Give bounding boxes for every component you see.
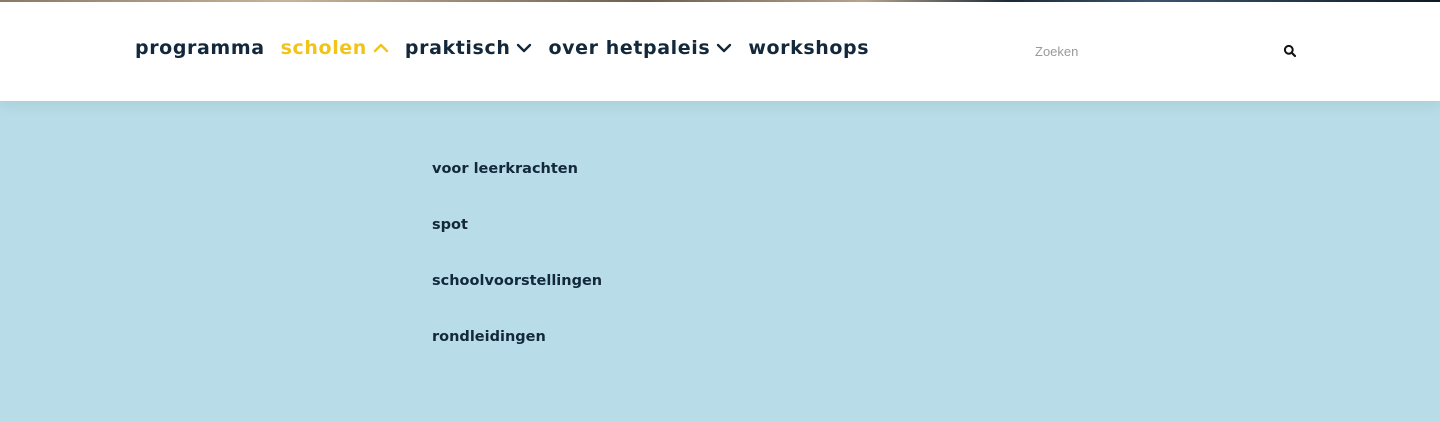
nav-item-over-hetpaleis[interactable]: over hetpaleis (548, 37, 732, 59)
search-button[interactable] (1283, 44, 1297, 58)
nav-item-scholen[interactable]: scholen (281, 37, 389, 59)
nav-item-label: workshops (748, 37, 870, 59)
chevron-up-icon (373, 42, 389, 54)
main-nav: programma scholen praktisch over hetpale… (135, 36, 885, 60)
nav-item-programma[interactable]: programma (135, 37, 265, 59)
submenu-item-voor-leerkrachten[interactable]: voor leerkrachten (432, 159, 602, 215)
chevron-down-icon (516, 42, 532, 54)
submenu-item-rondleidingen[interactable]: rondleidingen (432, 327, 602, 383)
scholen-submenu: voor leerkrachten spot schoolvoorstellin… (432, 159, 602, 383)
site-header: programma scholen praktisch over hetpale… (0, 2, 1440, 101)
nav-item-workshops[interactable]: workshops (748, 37, 869, 59)
search-icon (1283, 44, 1297, 58)
nav-item-label: programma (135, 37, 265, 59)
nav-item-label: scholen (280, 37, 367, 59)
nav-item-praktisch[interactable]: praktisch (405, 37, 533, 59)
nav-item-label: over hetpaleis (548, 37, 711, 59)
submenu-item-spot[interactable]: spot (432, 215, 602, 271)
chevron-down-icon (716, 42, 732, 54)
submenu-item-schoolvoorstellingen[interactable]: schoolvoorstellingen (432, 271, 602, 327)
nav-item-label: praktisch (404, 37, 511, 59)
search-input[interactable] (1035, 42, 1265, 60)
